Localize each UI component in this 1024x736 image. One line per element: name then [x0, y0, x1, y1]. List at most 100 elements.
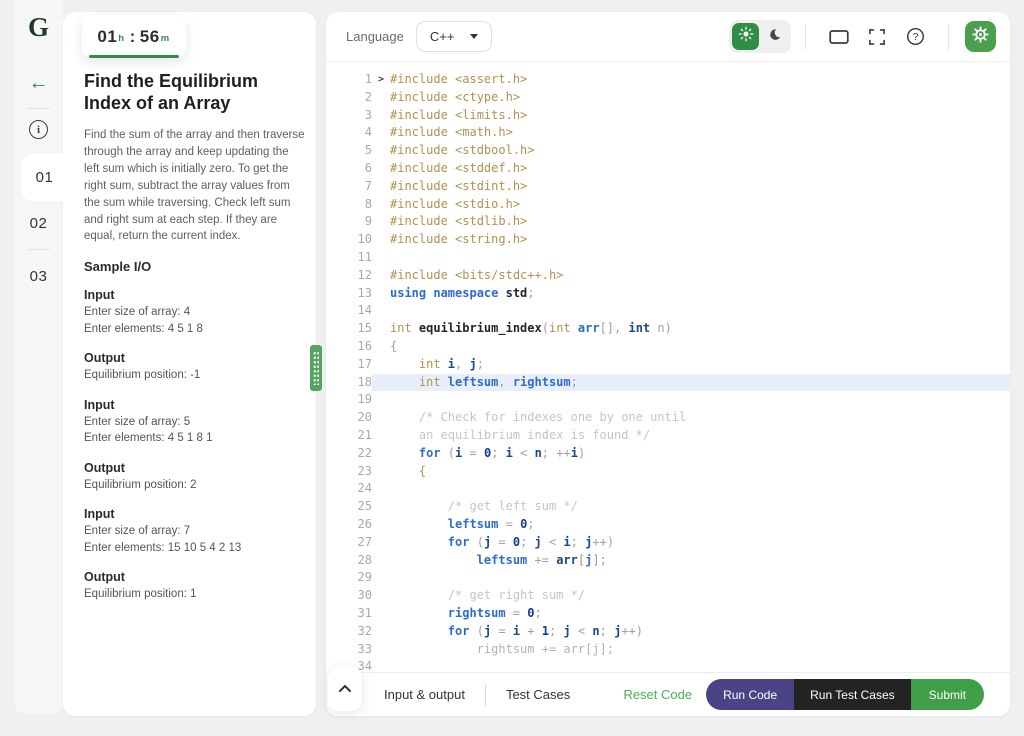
code-line[interactable]: 28 leftsum += arr[j];	[326, 552, 1010, 570]
code-line[interactable]: 23 {	[326, 463, 1010, 481]
sidebar-item-02[interactable]: 02	[14, 203, 63, 243]
fold-gutter	[372, 124, 390, 142]
fold-gutter	[372, 160, 390, 178]
code-line[interactable]: 18 int leftsum, rightsum;	[326, 373, 1010, 392]
fold-gutter	[372, 569, 390, 587]
code-line[interactable]: 30 /* get right sum */	[326, 587, 1010, 605]
line-number: 18	[357, 374, 372, 389]
sample-line: Enter size of array: 4	[84, 306, 191, 319]
timer-minutes: 56	[139, 26, 160, 46]
code-line[interactable]: 34	[326, 658, 1010, 672]
code-line[interactable]: 10 #include <string.h>	[326, 231, 1010, 249]
fold-gutter	[372, 302, 390, 320]
code-text: {	[390, 463, 427, 478]
code-editor[interactable]: 1 > #include <assert.h> 2 #include <ctype.h>…	[326, 62, 1010, 672]
sidebar-tab-divider	[27, 249, 50, 250]
code-line[interactable]: 14	[326, 302, 1010, 320]
problem-panel: 01 h:56 m Find the Equilibrium Index of an…	[63, 12, 316, 716]
sample-block: Input Enter size of array: 5 Enter element…	[63, 398, 316, 447]
editor-footer: Input & output Test Cases Reset Code Run…	[326, 667, 1010, 716]
tab-test-cases[interactable]: Test Cases	[506, 687, 570, 702]
action-button-group: Run Code Run Test Cases Submit	[706, 679, 984, 710]
fold-gutter	[372, 641, 390, 659]
code-line[interactable]: 19	[326, 391, 1010, 409]
language-select[interactable]: C++	[415, 21, 493, 52]
panel-resizer-handle[interactable]	[310, 345, 322, 391]
code-line[interactable]: 1 > #include <assert.h>	[326, 71, 1010, 89]
code-line[interactable]: 3 #include <limits.h>	[326, 107, 1010, 125]
code-line[interactable]: 21 an equilibrium index is found */	[326, 427, 1010, 445]
fold-gutter	[372, 623, 390, 641]
fold-gutter	[372, 178, 390, 196]
code-line[interactable]: 17 int i, j;	[326, 356, 1010, 374]
fold-gutter	[372, 374, 390, 392]
line-number: 22	[357, 445, 372, 460]
run-test-cases-button[interactable]: Run Test Cases	[794, 679, 911, 710]
light-theme-button[interactable]	[732, 23, 759, 50]
code-line[interactable]: 13 using namespace std;	[326, 285, 1010, 303]
minimize-window-icon[interactable]	[826, 24, 852, 50]
editor-header: Language C++ ?	[326, 12, 1010, 62]
line-number: 17	[357, 356, 372, 371]
code-line[interactable]: 24	[326, 480, 1010, 498]
code-line[interactable]: 22 for (i = 0; i < n; ++i)	[326, 445, 1010, 463]
fold-gutter	[372, 480, 390, 498]
code-line[interactable]: 31 rightsum = 0;	[326, 605, 1010, 623]
fold-gutter	[372, 552, 390, 570]
settings-button[interactable]	[965, 21, 996, 52]
code-line[interactable]: 20 /* Check for indexes one by one until	[326, 409, 1010, 427]
code-line[interactable]: 7 #include <stdint.h>	[326, 178, 1010, 196]
submit-button[interactable]: Submit	[910, 679, 984, 710]
fold-gutter	[372, 587, 390, 605]
code-line[interactable]: 8 #include <stdio.h>	[326, 196, 1010, 214]
fold-chevron-icon[interactable]: >	[372, 71, 390, 89]
code-line[interactable]: 4 #include <math.h>	[326, 124, 1010, 142]
code-line[interactable]: 2 #include <ctype.h>	[326, 89, 1010, 107]
code-text: int equilibrium_index(int arr[], int n)	[390, 321, 672, 336]
run-code-button[interactable]: Run Code	[706, 679, 795, 710]
collapse-panel-button[interactable]	[328, 667, 362, 711]
code-line[interactable]: 9 #include <stdlib.h>	[326, 213, 1010, 231]
rail-divider	[27, 108, 50, 109]
language-label: Language	[346, 29, 404, 44]
code-line[interactable]: 5 #include <stdbool.h>	[326, 142, 1010, 160]
code-line[interactable]: 12 #include <bits/stdc++.h>	[326, 267, 1010, 285]
code-line[interactable]: 29	[326, 569, 1010, 587]
app-logo[interactable]: G	[14, 12, 63, 43]
code-line[interactable]: 11	[326, 249, 1010, 267]
dark-theme-button[interactable]	[761, 23, 788, 50]
info-icon[interactable]: i	[29, 120, 48, 139]
code-text: #include <stdio.h>	[390, 196, 521, 211]
reset-code-button[interactable]: Reset Code	[623, 687, 692, 702]
editor-panel: Language C++ ? 1 > #include <assert.h> 2…	[326, 12, 1010, 716]
code-text: #include <limits.h>	[390, 107, 528, 122]
line-number: 15	[357, 321, 372, 336]
sample-line: Enter elements: 15 10 5 4 2 13	[84, 541, 242, 554]
line-number: 32	[357, 623, 372, 638]
code-line[interactable]: 32 for (j = i + 1; j < n; j++)	[326, 623, 1010, 641]
code-line[interactable]: 15 int equilibrium_index(int arr[], int n…	[326, 320, 1010, 338]
back-arrow-icon[interactable]: ←	[14, 72, 63, 95]
code-lines: 1 > #include <assert.h> 2 #include <ctype.h>…	[326, 71, 1010, 672]
code-line[interactable]: 26 leftsum = 0;	[326, 516, 1010, 534]
footer-tab-divider	[484, 683, 486, 706]
code-line[interactable]: 33 rightsum += arr[j];	[326, 641, 1010, 659]
fold-gutter	[372, 107, 390, 125]
timer-separator: :	[129, 26, 136, 46]
code-line[interactable]: 27 for (j = 0; j < i; j++)	[326, 534, 1010, 552]
fold-gutter	[372, 285, 390, 303]
code-line[interactable]: 16 {	[326, 338, 1010, 356]
code-line[interactable]: 6 #include <stddef.h>	[326, 160, 1010, 178]
tab-input-output[interactable]: Input & output	[384, 687, 465, 702]
sidebar-item-03[interactable]: 03	[14, 256, 63, 296]
sidebar-item-01[interactable]: 01	[22, 154, 67, 201]
fold-gutter	[372, 534, 390, 552]
code-line[interactable]: 25 /* get left sum */	[326, 498, 1010, 516]
code-text: /* Check for indexes one by one until	[390, 410, 687, 425]
code-text: #include <stdlib.h>	[390, 214, 528, 229]
help-icon[interactable]: ?	[902, 24, 928, 50]
fullscreen-icon[interactable]	[864, 24, 890, 50]
